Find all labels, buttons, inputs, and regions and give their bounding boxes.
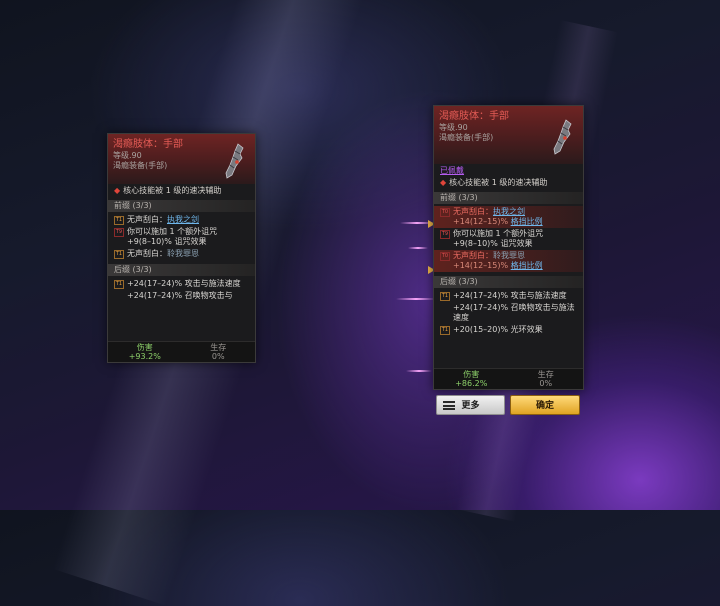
- core-skill-line: ◆ 核心技能被 1 级的速决辅助: [440, 178, 548, 187]
- affix-row: T1 +24(17–24)% 攻击与施法速度: [440, 291, 567, 301]
- affix-row: T1 无声刮白：执我之剑: [114, 215, 199, 225]
- damage-value: +86.2%: [455, 379, 488, 388]
- gauntlet-icon: [553, 119, 572, 155]
- diamond-icon: ◆: [440, 178, 447, 187]
- damage-label: 伤害: [463, 370, 480, 379]
- affix-row: T1 无声刮白：聆我罪恩: [114, 249, 199, 259]
- more-button[interactable]: 更多: [436, 395, 505, 415]
- prefix-header: 前缀 (3/3): [434, 192, 583, 204]
- confirm-button[interactable]: 确定: [510, 395, 580, 415]
- affix-link[interactable]: 聆我罪恩: [493, 251, 525, 260]
- equipped-status: 已佩戴: [440, 166, 464, 175]
- affix-row: +24(17–24)% 召唤物攻击与施法速度: [453, 303, 575, 322]
- tier-badge: T9: [440, 230, 450, 239]
- affix-link[interactable]: 格挡比例: [511, 261, 543, 270]
- damage-value: +93.2%: [128, 352, 161, 361]
- survival-value: 0%: [539, 379, 553, 388]
- item-tooltip-compare: 渴瘾肢体：手部 等级.90 渴瘾装备(手部) ◆ 核心技能被 1 级的速决辅助 前…: [107, 133, 256, 363]
- affix-row: T9 你可以施加 1 个额外诅咒 +9(8–10)% 诅咒效果: [114, 227, 218, 246]
- damage-label: 伤害: [136, 343, 153, 352]
- suffix-header: 后缀 (3/3): [434, 276, 583, 288]
- affix-link[interactable]: 执我之剑: [493, 207, 525, 216]
- survival-value: 0%: [211, 352, 225, 361]
- affix-row: T9 你可以施加 1 个额外诅咒 +9(8–10)% 诅咒效果: [440, 229, 544, 248]
- prefix-header: 前缀 (3/3): [108, 200, 255, 212]
- survival-label: 生存: [537, 370, 554, 379]
- item-tooltip-selected: 渴瘾肢体：手部 等级.90 渴瘾装备(手部) 已佩戴 ◆ 核心技能被 1 级的速决…: [433, 105, 584, 390]
- affix-row: +24(17–24)% 召唤物攻击与: [127, 291, 233, 300]
- tier-badge: T0: [440, 252, 450, 261]
- tier-badge: T1: [114, 280, 124, 289]
- gauntlet-icon: [225, 143, 244, 179]
- affix-row: T0 无声刮白：聆我罪恩 +14(12–15)% 格挡比例: [434, 250, 583, 272]
- affix-row: T1 +20(15–20)% 光环效果: [440, 325, 543, 335]
- diamond-icon: ◆: [114, 186, 121, 195]
- sparkle: [408, 247, 428, 249]
- affix-link[interactable]: 聆我罪恩: [167, 249, 199, 258]
- menu-icon: [443, 401, 455, 410]
- affix-link[interactable]: 格挡比例: [511, 217, 543, 226]
- stat-footer: 伤害 +86.2% 生存 0%: [434, 368, 583, 389]
- tier-badge: T1: [440, 292, 450, 301]
- tier-badge: T1: [114, 216, 124, 225]
- survival-label: 生存: [210, 343, 227, 352]
- affix-link[interactable]: 执我之剑: [167, 215, 199, 224]
- sparkle: [396, 298, 436, 300]
- item-header: 渴瘾肢体：手部 等级.90 渴瘾装备(手部): [434, 106, 583, 164]
- affix-row: T1 +24(17–24)% 攻击与施法速度: [114, 279, 241, 289]
- stat-footer: 伤害 +93.2% 生存 0%: [108, 341, 255, 362]
- tier-badge: T0: [440, 208, 450, 217]
- sparkle: [406, 370, 432, 372]
- tier-badge: T1: [114, 250, 124, 259]
- tier-badge: T1: [440, 326, 450, 335]
- suffix-header: 后缀 (3/3): [108, 264, 255, 276]
- affix-row: T0 无声刮白：执我之剑 +14(12–15)% 格挡比例: [434, 206, 583, 228]
- item-header: 渴瘾肢体：手部 等级.90 渴瘾装备(手部): [108, 134, 255, 184]
- core-skill-line: ◆ 核心技能被 1 级的速决辅助: [114, 186, 222, 195]
- tier-badge: T9: [114, 228, 124, 237]
